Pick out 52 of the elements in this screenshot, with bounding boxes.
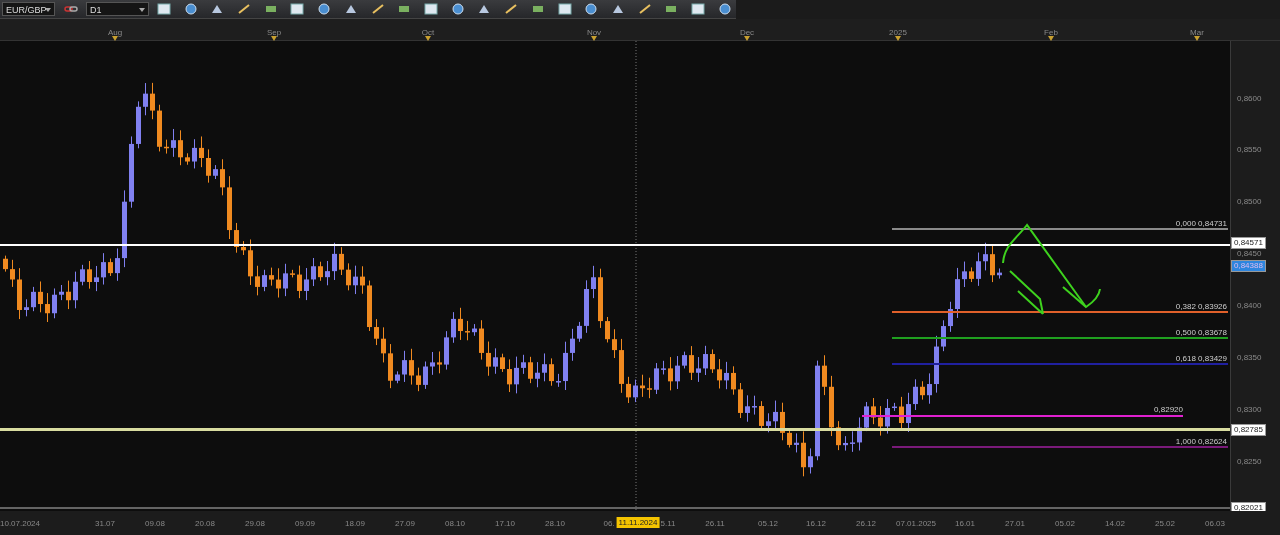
price-tag: 0,82785 [1231,424,1266,436]
price-tag: 0,84388 [1231,260,1266,272]
date-label: 06. [603,519,615,528]
date-label: 26.11 [705,519,725,528]
date-label: 18.09 [345,519,365,528]
date-label: 14.02 [1105,519,1125,528]
timeframe-select[interactable]: D1 [85,2,149,16]
date-label: 10.07.2024 [0,519,40,528]
date-label: 25.02 [1155,519,1175,528]
price-tick-label: 0,8450 [1237,249,1262,258]
month-label: 2025 [889,28,907,37]
fibonacci-level-label: 0,500 0,83678 [1175,328,1227,337]
date-label: 27.01 [1005,519,1025,528]
month-label: Aug [107,28,123,37]
month-label: Sep [266,28,282,37]
crosshair-date-label: 11.11.2024 [616,517,660,528]
price-tag: 0,84571 [1231,237,1266,249]
price-tick-label: 0,8550 [1237,145,1262,154]
date-label: 09.08 [145,519,165,528]
month-label: Mar [1190,28,1204,37]
month-label: Dec [739,28,755,37]
date-label: 06.03 [1205,519,1225,528]
price-tick-label: 0,8500 [1237,197,1262,206]
date-label: 20.08 [195,519,215,528]
fibonacci-level-label: 0,618 0,83429 [1175,354,1227,363]
date-label: 05.12 [758,519,778,528]
price-tick-label: 0,8400 [1237,301,1262,310]
date-label: 07.01.2025 [896,519,936,528]
date-label: 17.10 [495,519,515,528]
date-label: 16.01 [955,519,975,528]
price-tick-label: 0,8300 [1237,405,1262,414]
price-tick-label: 0,8600 [1237,94,1262,103]
date-label: 31.07 [95,519,115,528]
date-label: 29.08 [245,519,265,528]
date-label: 09.09 [295,519,315,528]
price-tick-label: 0,8350 [1237,353,1262,362]
date-label: 5.11 [660,519,676,528]
date-label: 05.02 [1055,519,1075,528]
symbol-select[interactable]: EUR/GBP [2,2,56,16]
date-label: 28.10 [545,519,565,528]
fibonacci-level-label: 0,382 0,83926 [1175,302,1227,311]
month-label: Oct [421,28,435,37]
date-label: 27.09 [395,519,415,528]
month-label: Feb [1044,28,1058,37]
fibonacci-level-label: 1,000 0,82624 [1175,437,1227,446]
line-label: 0,82920 [1154,405,1183,414]
date-label: 26.12 [856,519,876,528]
fibonacci-level-label: 0,000 0,84731 [1175,219,1227,228]
price-tick-label: 0,8250 [1237,457,1262,466]
month-label: Nov [586,28,602,37]
date-label: 08.10 [445,519,465,528]
date-label: 16.12 [806,519,826,528]
